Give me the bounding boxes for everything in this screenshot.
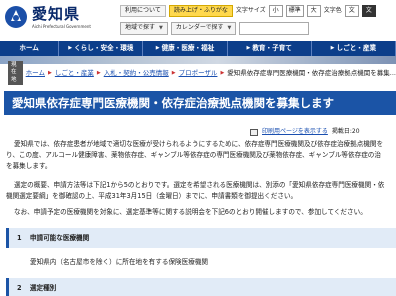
section-title: 選定種別 bbox=[29, 284, 57, 292]
breadcrumb: 現在地 ホーム ▶ しごと・産業 ▶ 入札・契約・公売情報 ▶ プロポーザル ▶… bbox=[0, 60, 396, 86]
chevron-down-icon: ▼ bbox=[227, 25, 232, 32]
breadcrumb-separator-icon: ▶ bbox=[47, 69, 52, 76]
breadcrumb-link[interactable]: しごと・産業 bbox=[55, 69, 94, 78]
section-heading: 1 申請可能な医療機関 bbox=[6, 228, 396, 248]
chevron-down-icon: ▼ bbox=[159, 25, 163, 32]
font-size-small[interactable]: 小 bbox=[268, 5, 283, 17]
breadcrumb-separator-icon: ▶ bbox=[171, 69, 176, 76]
apply-paragraph: 選定の概要、申請方法等は下記1から5のとおりです。選定を希望される医療機関は、別… bbox=[6, 181, 396, 203]
nav-work[interactable]: ▶ しごと・産業 bbox=[312, 41, 396, 56]
site-search-input[interactable] bbox=[239, 22, 310, 35]
text-color-normal[interactable]: 文 bbox=[344, 5, 359, 17]
intro-paragraph: 愛知県では、依存症患者が地域で適切な医療が受けられるようにするために、依存症専門… bbox=[6, 140, 396, 173]
paragraph-line: 機関選定要綱」を御確認の上、平成31年3月15日（金曜日）までに、申請書類を御提… bbox=[6, 191, 298, 200]
nav-health-label: 健康・医療・福祉 bbox=[161, 44, 215, 53]
search-row: 地域で探す ▼ カレンダーで探す ▼ bbox=[120, 22, 310, 35]
section-body: 愛知県内（名古屋市を除く）に所在地を有する保険医療機関 bbox=[30, 258, 209, 266]
section-heading: 2 選定種別 bbox=[6, 278, 396, 296]
breadcrumb-here-badge: 現在地 bbox=[8, 60, 23, 86]
font-size-large[interactable]: 大 bbox=[306, 5, 321, 17]
triangle-icon: ▶ bbox=[246, 45, 251, 52]
section-number: 2 bbox=[17, 284, 22, 292]
breadcrumb-link[interactable]: プロポーザル bbox=[179, 69, 218, 78]
text-color-label: 文字色 bbox=[323, 6, 342, 14]
font-size-standard[interactable]: 標準 bbox=[285, 5, 304, 17]
breadcrumb-link[interactable]: 入札・契約・公売情報 bbox=[104, 69, 169, 78]
print-icon bbox=[250, 128, 258, 136]
nav-living-label: くらし・安全・環境 bbox=[74, 44, 134, 53]
breadcrumb-separator-icon: ▶ bbox=[220, 69, 225, 76]
calendar-search-select[interactable]: カレンダーで探す ▼ bbox=[170, 22, 237, 35]
nav-home[interactable]: ホーム bbox=[0, 41, 60, 56]
nav-health[interactable]: ▶ 健康・医療・福祉 bbox=[143, 41, 228, 56]
font-size-label: 文字サイズ bbox=[235, 6, 266, 14]
note-paragraph: なお、申請予定の医療機関を対象に、選定基準等に関する説明会を下記6のとおり開催し… bbox=[6, 208, 396, 219]
usage-link[interactable]: 利用について bbox=[120, 5, 166, 17]
page-title: 愛知県依存症専門医療機関・依存症治療拠点機関を募集します bbox=[4, 91, 396, 115]
breadcrumb-current: 愛知県依存症専門医療機関・依存症治療拠点機関を募集... bbox=[227, 68, 396, 77]
print-row: 印刷用ページを表示する 掲載日:20 bbox=[250, 128, 360, 136]
region-search-select[interactable]: 地域で探す ▼ bbox=[120, 22, 168, 35]
paragraph-line: を募集します。 bbox=[6, 161, 52, 170]
print-page-link[interactable]: 印刷用ページを表示する bbox=[262, 128, 328, 136]
nav-living[interactable]: ▶ くらし・安全・環境 bbox=[59, 41, 144, 56]
nav-work-label: しごと・産業 bbox=[336, 44, 377, 53]
triangle-icon: ▶ bbox=[330, 45, 335, 52]
triangle-icon: ▶ bbox=[155, 45, 160, 52]
section-title: 申請可能な医療機関 bbox=[29, 234, 90, 242]
nav-education[interactable]: ▶ 教育・子育て bbox=[228, 41, 312, 56]
prefecture-logo[interactable] bbox=[4, 5, 28, 29]
site-header: 愛知県 Aichi Prefectural Government 利用について … bbox=[0, 0, 396, 40]
banner-image bbox=[0, 56, 396, 64]
site-subtitle: Aichi Prefectural Government bbox=[32, 24, 91, 29]
utility-bar: 利用について 読み上げ・ふりがな 文字サイズ 小 標準 大 文字色 文 文 bbox=[120, 5, 376, 17]
nav-home-label: ホーム bbox=[19, 44, 39, 53]
calendar-search-label: カレンダーで探す bbox=[175, 24, 224, 32]
region-search-label: 地域で探す bbox=[125, 24, 156, 32]
breadcrumb-link[interactable]: ホーム bbox=[26, 69, 45, 78]
paragraph-line: なお、申請予定の医療機関を対象に、選定基準等に関する説明会を下記6のとおり開催し… bbox=[14, 208, 367, 216]
paragraph-line: 愛知県では、依存症患者が地域で適切な医療が受けられるようにするために、依存症専門… bbox=[14, 140, 384, 148]
nav-education-label: 教育・子育て bbox=[252, 44, 292, 53]
paragraph-line: り、この度、アルコール健康障害、薬物依存症、ギャンブル等依存症の専門医療機関及び… bbox=[6, 150, 381, 159]
updated-date: 掲載日:20 bbox=[331, 128, 360, 135]
ruby-reader-button[interactable]: 読み上げ・ふりがな bbox=[168, 5, 233, 17]
site-title[interactable]: 愛知県 bbox=[32, 4, 80, 24]
triangle-icon: ▶ bbox=[68, 45, 73, 52]
global-nav: ホーム ▶ くらし・安全・環境 ▶ 健康・医療・福祉 ▶ 教育・子育て ▶ しごと・産業 bbox=[0, 41, 396, 56]
breadcrumb-separator-icon: ▶ bbox=[96, 69, 101, 76]
paragraph-line: 選定の概要、申請方法等は下記1から5のとおりです。選定を希望される医療機関は、別… bbox=[14, 181, 385, 189]
section-number: 1 bbox=[17, 234, 22, 242]
text-color-inverse[interactable]: 文 bbox=[361, 5, 376, 17]
